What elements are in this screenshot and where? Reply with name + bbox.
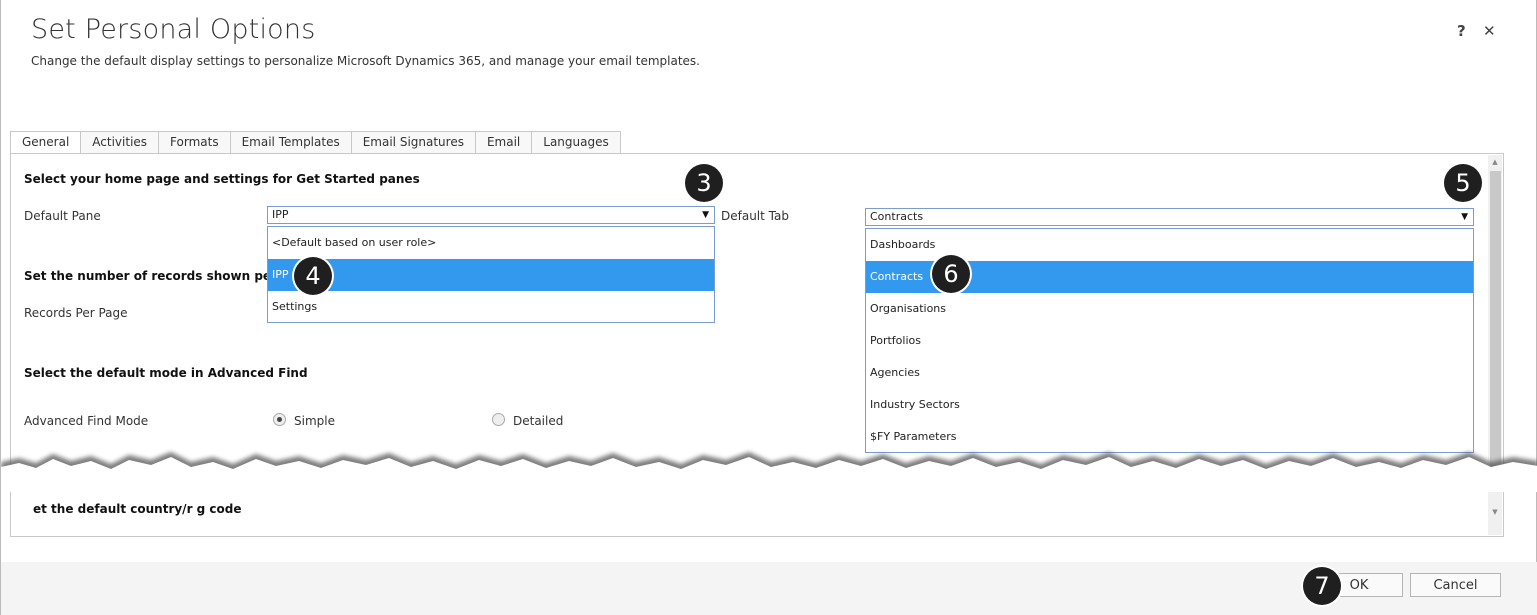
scroll-thumb[interactable]	[1490, 171, 1501, 467]
default-pane-option[interactable]: <Default based on user role>	[268, 227, 714, 259]
dialog-title: Set Personal Options	[31, 14, 316, 45]
tab-languages[interactable]: Languages	[532, 131, 621, 154]
tab-activities[interactable]: Activities	[81, 131, 160, 154]
tab-general[interactable]: General	[10, 131, 82, 154]
scroll-down-arrow-icon[interactable]: ▼	[1488, 505, 1502, 519]
torn-edge-divider	[1, 452, 1537, 492]
tab-formats[interactable]: Formats	[159, 131, 231, 154]
callout-badge-6: 6	[932, 255, 970, 293]
detailed-mode-label: Detailed	[513, 414, 564, 428]
default-tab-select[interactable]: Contracts ▼	[865, 208, 1474, 226]
callout-badge-4: 4	[294, 257, 332, 295]
simple-mode-label: Simple	[294, 414, 335, 428]
country-region-section-heading: et the default country/r g code	[33, 502, 242, 516]
home-page-section-heading: Select your home page and settings for G…	[24, 172, 420, 186]
records-per-page-label: Records Per Page	[24, 306, 128, 320]
callout-badge-3: 3	[685, 164, 723, 202]
advanced-find-section-heading: Select the default mode in Advanced Find	[24, 366, 308, 380]
default-tab-option[interactable]: Agencies	[866, 357, 1473, 389]
dialog-subtitle: Change the default display settings to p…	[31, 54, 700, 68]
default-pane-option[interactable]: Settings	[268, 291, 714, 323]
default-pane-dropdown-list: <Default based on user role> IPP Setting…	[267, 226, 715, 323]
detailed-mode-radio[interactable]	[492, 413, 505, 426]
default-pane-option-selected[interactable]: IPP	[268, 259, 714, 291]
advanced-find-mode-label: Advanced Find Mode	[24, 414, 149, 428]
tab-email[interactable]: Email	[475, 131, 533, 154]
tab-email-signatures[interactable]: Email Signatures	[351, 131, 476, 154]
help-button[interactable]: ?	[1457, 22, 1466, 40]
cancel-button[interactable]: Cancel	[1410, 573, 1501, 597]
chevron-down-icon: ▼	[702, 210, 709, 220]
scroll-up-arrow-icon[interactable]: ▲	[1488, 155, 1502, 169]
default-tab-option[interactable]: Industry Sectors	[866, 389, 1473, 421]
default-pane-value: IPP	[272, 208, 289, 221]
default-tab-label: Default Tab	[721, 209, 789, 223]
default-tab-option[interactable]: Portfolios	[866, 325, 1473, 357]
tab-email-templates[interactable]: Email Templates	[230, 131, 352, 154]
callout-badge-7: 7	[1303, 567, 1341, 605]
default-pane-select[interactable]: IPP ▼	[267, 206, 715, 224]
options-tab-bar: General Activities Formats Email Templat…	[10, 131, 621, 154]
default-pane-label: Default Pane	[24, 209, 101, 223]
close-button[interactable]: ✕	[1483, 22, 1496, 40]
set-personal-options-dialog: Set Personal Options Change the default …	[0, 0, 1537, 615]
callout-badge-5: 5	[1444, 164, 1482, 202]
default-tab-value: Contracts	[870, 210, 924, 223]
chevron-down-icon: ▼	[1461, 212, 1468, 222]
simple-mode-radio[interactable]	[273, 413, 286, 426]
default-tab-option[interactable]: Organisations	[866, 293, 1473, 325]
